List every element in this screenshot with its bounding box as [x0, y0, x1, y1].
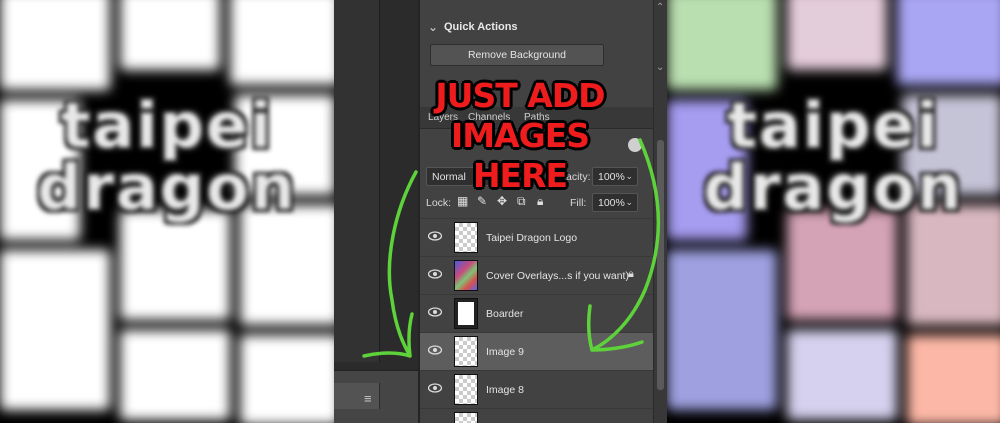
scroll-down-icon[interactable]: ⌄	[656, 62, 664, 73]
left-logo: taipei dragon	[0, 95, 334, 219]
status-segment	[334, 383, 380, 409]
quick-actions-title: Quick Actions	[444, 21, 518, 33]
logo-line1: taipei	[60, 89, 274, 162]
logo-line2: dragon	[703, 151, 964, 224]
lock-label: Lock:	[426, 197, 452, 209]
layer-name: Cover Overlays...s if you want)	[486, 270, 629, 282]
right-panel-dock: ⌄ Quick Actions Remove Background Layers…	[420, 0, 667, 423]
logo-line1: taipei	[727, 89, 940, 162]
canvas-inner	[334, 0, 380, 362]
annotation-line2: IMAGES HERE	[450, 116, 590, 195]
layer-row[interactable]: Image 8	[420, 370, 653, 408]
photoshop-window: ≡ ⌄ Quick Actions Remove Background Laye…	[334, 0, 667, 423]
scroll-thumb[interactable]	[657, 140, 664, 390]
logo-line2: dragon	[37, 151, 297, 224]
preview-tile	[240, 335, 334, 423]
left-cover-preview: taipei dragon	[0, 0, 334, 423]
lock-icon: 🔒︎	[628, 268, 634, 280]
layer-row-selected[interactable]: Image 9	[420, 332, 653, 370]
annotation-callout: JUST ADD IMAGES HERE	[400, 76, 640, 196]
eye-icon[interactable]	[428, 345, 442, 355]
layer-thumbnail	[454, 298, 478, 329]
layer-row[interactable]: Taipei Dragon Logo	[420, 218, 653, 256]
lock-image-pixels-icon[interactable]: ✎	[477, 195, 487, 207]
panel-scrollbar[interactable]: ⌃ ⌄	[653, 0, 667, 423]
preview-tile	[0, 250, 110, 410]
remove-background-button[interactable]: Remove Background	[430, 44, 604, 66]
preview-tile	[0, 0, 110, 90]
layer-row[interactable]: Cover Overlays...s if you want) 🔒︎	[420, 256, 653, 294]
layer-name: Boarder	[486, 308, 524, 320]
right-logo: taipei dragon	[667, 95, 1000, 219]
layers-list: Taipei Dragon Logo Cover Overlays...s if…	[420, 218, 653, 423]
status-bar: ≡	[334, 370, 418, 423]
eye-icon[interactable]	[428, 231, 442, 241]
preview-tile	[667, 250, 777, 410]
quick-actions-header[interactable]: ⌄ Quick Actions	[420, 14, 667, 40]
fill-label: Fill:	[570, 197, 587, 209]
layer-row[interactable]: Boarder	[420, 294, 653, 332]
right-cover-preview: taipei dragon	[667, 0, 1000, 423]
eye-icon[interactable]	[428, 383, 442, 393]
layer-thumbnail	[454, 336, 478, 367]
eye-icon[interactable]	[428, 269, 442, 279]
lock-all-icon[interactable]: 🔒︎	[537, 195, 543, 207]
layer-thumbnail	[454, 222, 478, 253]
eye-icon[interactable]	[428, 307, 442, 317]
layer-name: Image 8	[486, 384, 524, 396]
scroll-up-icon[interactable]: ⌃	[656, 2, 664, 13]
preview-tile	[230, 0, 334, 85]
preview-tile	[907, 335, 1000, 423]
preview-tile	[787, 330, 897, 420]
preview-tile	[667, 0, 777, 90]
lock-transparent-pixels-icon[interactable]: ▦	[457, 195, 468, 207]
preview-tile	[120, 0, 220, 70]
layer-thumbnail	[454, 412, 478, 423]
layer-thumbnail	[454, 374, 478, 405]
layer-thumbnail	[454, 260, 478, 291]
preview-tile	[120, 210, 230, 320]
chevron-down-icon: ⌄	[625, 197, 633, 207]
lock-position-icon[interactable]: ✥	[497, 195, 507, 207]
annotation-line1: JUST ADD	[435, 76, 605, 115]
layer-name: Image 9	[486, 346, 524, 358]
fill-value: 100%	[598, 197, 625, 209]
hamburger-menu-icon[interactable]: ≡	[364, 391, 372, 406]
preview-tile	[787, 0, 887, 70]
layer-name: Taipei Dragon Logo	[486, 232, 578, 244]
lock-artboard-icon[interactable]: ⧉	[517, 195, 526, 207]
preview-tile	[787, 210, 897, 320]
layer-row[interactable]	[420, 408, 653, 423]
preview-tile	[897, 0, 1000, 85]
chevron-down-icon[interactable]: ⌄	[428, 20, 438, 34]
preview-tile	[120, 330, 230, 420]
